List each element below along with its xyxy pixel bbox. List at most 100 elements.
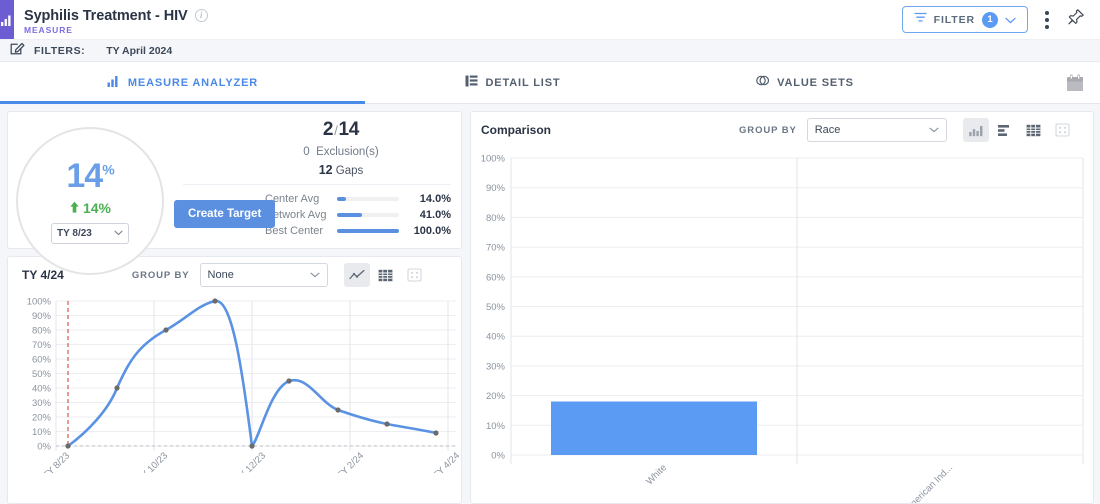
svg-text:0%: 0% bbox=[37, 442, 51, 453]
kpi-summary-card: 14% 14% TY 8/23 2/14 0 Exclusion(s) 12 G… bbox=[7, 111, 462, 275]
period-select-value: TY 8/23 bbox=[57, 227, 92, 239]
kebab-menu-icon[interactable] bbox=[1042, 8, 1052, 32]
svg-text:60%: 60% bbox=[486, 272, 506, 283]
delta-value: 14% bbox=[82, 199, 112, 216]
bar-chart-icon bbox=[107, 74, 120, 92]
numerator-denominator: 2/14 bbox=[322, 119, 360, 140]
comparison-groupby-select[interactable]: Race bbox=[806, 118, 947, 142]
svg-text:30%: 30% bbox=[32, 398, 52, 409]
filters-label: FILTERS: bbox=[34, 44, 86, 57]
comparison-groupby-value: Race bbox=[814, 124, 841, 136]
filter-button-label: FILTER bbox=[933, 13, 975, 26]
svg-text:100%: 100% bbox=[27, 297, 52, 308]
comparison-groupby-label: GROUP BY bbox=[739, 124, 797, 136]
x-tick-label: TY 8/23 bbox=[41, 450, 72, 473]
right-column: Comparison GROUP BY Race 100% 90% 80% 70… bbox=[470, 111, 1094, 504]
svg-text:100%: 100% bbox=[481, 154, 506, 165]
chevron-down-icon bbox=[1005, 11, 1016, 29]
list-icon bbox=[465, 74, 478, 92]
tab-label: VALUE SETS bbox=[777, 76, 854, 89]
svg-text:10%: 10% bbox=[32, 427, 52, 438]
top-bar-actions: FILTER 1 bbox=[901, 0, 1100, 39]
filter-icon bbox=[913, 11, 927, 29]
chevron-down-icon bbox=[114, 228, 123, 239]
legend-label: Network Avg bbox=[265, 209, 327, 221]
line-chart-icon[interactable] bbox=[343, 263, 370, 287]
trend-groupby-value: None bbox=[207, 269, 234, 281]
svg-text:20%: 20% bbox=[486, 391, 506, 402]
tab-label: DETAIL LIST bbox=[485, 76, 561, 89]
svg-text:70%: 70% bbox=[32, 340, 52, 351]
info-icon[interactable]: i bbox=[194, 9, 208, 22]
legend-row: Best Center 100.0% bbox=[265, 223, 451, 239]
filters-value[interactable]: TY April 2024 bbox=[106, 45, 172, 57]
expand-icon[interactable] bbox=[402, 263, 428, 287]
bar-white[interactable] bbox=[551, 401, 757, 456]
trend-chart-card: TY 4/24 GROUP BY None 100% 90% 80% 70% 6… bbox=[7, 256, 462, 504]
svg-text:90%: 90% bbox=[486, 183, 506, 194]
trend-chart-plot: 100% 90% 80% 70% 60% 50% 40% 30% 20% 10% 0% bbox=[8, 293, 461, 486]
trend-groupby-select[interactable]: None bbox=[199, 263, 328, 287]
column-chart-icon[interactable] bbox=[962, 118, 989, 142]
left-column: 14% 14% TY 8/23 2/14 0 Exclusion(s) 12 G… bbox=[7, 111, 462, 504]
svg-text:10%: 10% bbox=[486, 421, 506, 432]
svg-text:40%: 40% bbox=[486, 332, 506, 343]
pin-icon[interactable] bbox=[1066, 7, 1086, 32]
trend-groupby-label: GROUP BY bbox=[131, 269, 190, 281]
svg-text:40%: 40% bbox=[32, 384, 52, 395]
app-title-block: Syphilis Treatment - HIV i MEASURE bbox=[14, 0, 208, 39]
stat-block: 2/14 0 Exclusion(s) 12 Gaps bbox=[183, 119, 451, 177]
legend-label: Best Center bbox=[265, 225, 324, 237]
x-tick-label: American Ind... bbox=[902, 462, 955, 503]
calendar-icon[interactable] bbox=[1064, 72, 1100, 94]
x-tick-label: TY 4/24 bbox=[431, 450, 461, 473]
donut-zone: 14% 14% TY 8/23 bbox=[8, 112, 183, 275]
trend-view-toggles bbox=[343, 263, 428, 287]
svg-text:70%: 70% bbox=[486, 243, 506, 254]
tab-value-sets[interactable]: VALUE SETS bbox=[660, 62, 950, 103]
create-target-button[interactable]: Create Target bbox=[174, 200, 276, 228]
legend-row: Network Avg 41.0% bbox=[265, 207, 451, 223]
performance-donut: 14% 14% TY 8/23 bbox=[16, 127, 164, 275]
tab-label: MEASURE ANALYZER bbox=[127, 76, 259, 89]
svg-text:50%: 50% bbox=[32, 369, 52, 380]
filter-button[interactable]: FILTER 1 bbox=[901, 6, 1028, 33]
edit-pencil-icon[interactable] bbox=[10, 41, 25, 61]
trend-panel-title: TY 4/24 bbox=[22, 268, 64, 282]
svg-text:90%: 90% bbox=[32, 311, 52, 322]
legend-row: Center Avg 14.0% bbox=[265, 191, 451, 207]
legend-track bbox=[337, 197, 399, 201]
bar-chart-horizontal-icon[interactable] bbox=[992, 118, 1018, 142]
tab-measure-analyzer[interactable]: MEASURE ANALYZER bbox=[0, 62, 365, 104]
svg-text:0%: 0% bbox=[491, 451, 505, 462]
x-tick-label: White bbox=[644, 462, 669, 487]
legend-value: 100.0% bbox=[413, 225, 451, 237]
comparison-panel-title: Comparison bbox=[481, 123, 552, 137]
table-icon[interactable] bbox=[1021, 118, 1047, 142]
page-title: Syphilis Treatment - HIV bbox=[24, 7, 188, 24]
x-tick-label: TY 12/23 bbox=[233, 450, 268, 473]
bar-chart-icon bbox=[1, 14, 13, 26]
tab-detail-list[interactable]: DETAIL LIST bbox=[365, 62, 660, 103]
svg-text:30%: 30% bbox=[486, 361, 506, 372]
chevron-down-icon bbox=[929, 124, 939, 136]
value-sets-icon bbox=[756, 74, 770, 92]
table-icon[interactable] bbox=[373, 263, 399, 287]
svg-text:80%: 80% bbox=[32, 326, 52, 337]
filters-bar: FILTERS: TY April 2024 bbox=[0, 40, 1100, 62]
comparison-panel-header: Comparison GROUP BY Race bbox=[471, 112, 1093, 148]
filter-count-badge: 1 bbox=[982, 11, 998, 28]
svg-text:50%: 50% bbox=[486, 302, 506, 313]
up-arrow-icon bbox=[69, 200, 80, 216]
legend-track bbox=[337, 229, 399, 233]
comparison-chart-card: Comparison GROUP BY Race 100% 90% 80% 70… bbox=[470, 111, 1094, 504]
brand-strip bbox=[0, 0, 14, 39]
legend-value: 14.0% bbox=[419, 193, 451, 205]
chevron-down-icon bbox=[309, 269, 320, 281]
trend-chart-svg: 100%90%80% 70%60%50% 40%30%20% 10%0% TY … bbox=[27, 297, 461, 486]
comparison-view-toggles bbox=[962, 118, 1076, 142]
comparison-chart-svg: 100% 90% 80% 70% 60% 50% 40% 30% 20% 10% 0% Whi… bbox=[481, 154, 1084, 503]
expand-icon[interactable] bbox=[1050, 118, 1076, 142]
period-select[interactable]: TY 8/23 bbox=[51, 222, 129, 244]
gaps-stat: 12 Gaps bbox=[318, 163, 364, 177]
